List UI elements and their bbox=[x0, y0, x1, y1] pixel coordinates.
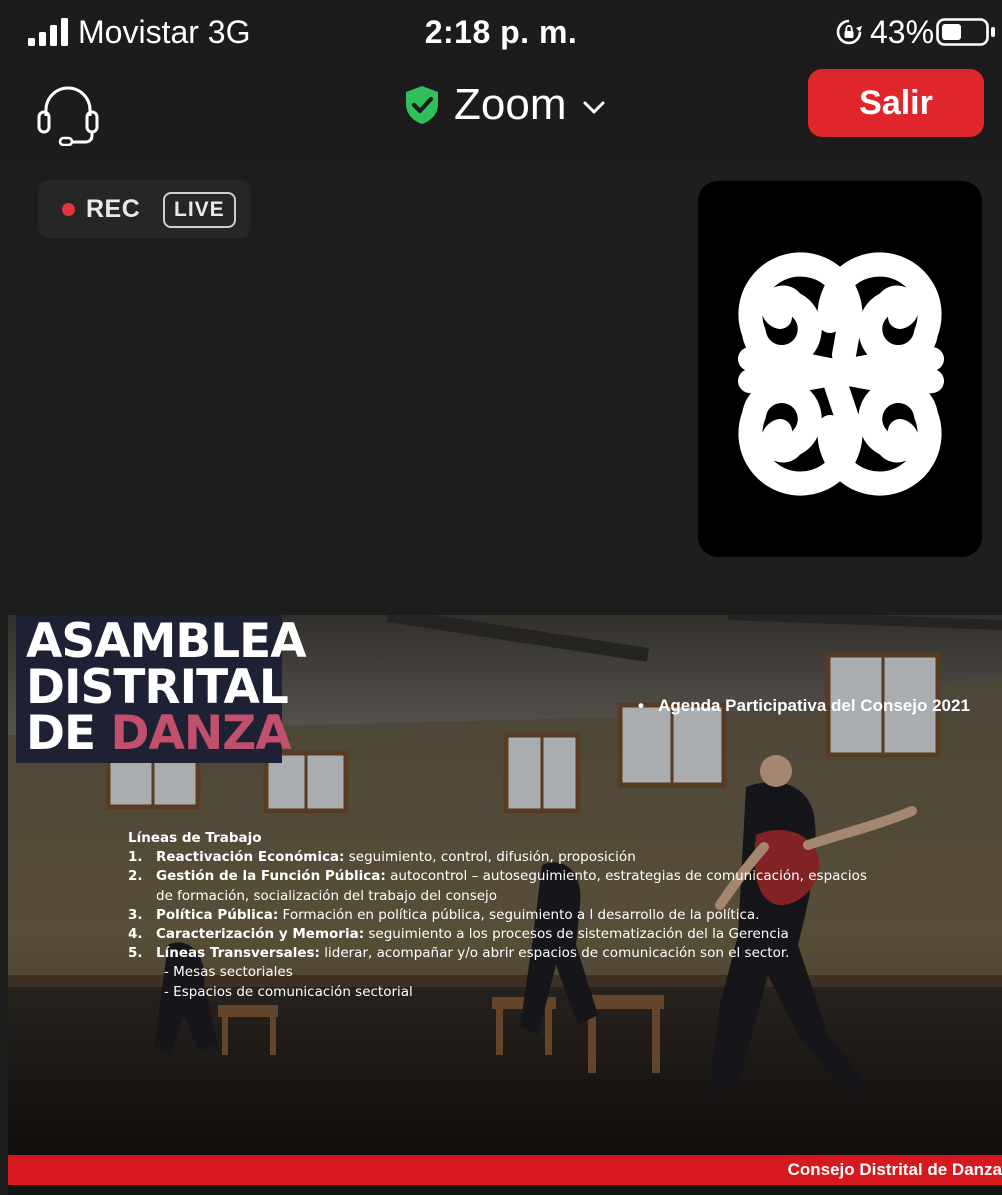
participant-video-tile[interactable] bbox=[698, 181, 982, 557]
item-number: 5. bbox=[128, 945, 143, 962]
recording-status[interactable]: REC LIVE bbox=[38, 180, 251, 238]
live-badge: LIVE bbox=[163, 192, 236, 228]
agenda-bullet: • Agenda Participativa del Consejo 2021 bbox=[638, 696, 970, 715]
slide-heading: Líneas de Trabajo bbox=[128, 830, 262, 846]
agenda-text: Agenda Participativa del Consejo 2021 bbox=[658, 696, 970, 715]
list-item: 4. Caracterización y Memoria: seguimiento… bbox=[128, 925, 868, 944]
slide-text: Líneas de Trabajo 1. Reactivación Económi… bbox=[128, 829, 868, 1002]
slide-footer-bar: Consejo Distrital de Danza bbox=[8, 1155, 1002, 1185]
work-lines-list: 1. Reactivación Económica: seguimiento, c… bbox=[128, 848, 868, 963]
list-item: 2. Gestión de la Función Pública: autocon… bbox=[128, 867, 868, 905]
encryption-shield-icon bbox=[406, 86, 438, 124]
battery-icon bbox=[936, 18, 995, 46]
meeting-title-dropdown[interactable]: Zoom bbox=[404, 80, 606, 130]
sub-item: - Espacios de comunicación sectorial bbox=[164, 983, 413, 1000]
item-title: Gestión de la Función Pública: bbox=[156, 868, 386, 885]
list-item: 5. Líneas Transversales: liderar, acompañ… bbox=[128, 944, 868, 963]
item-title: Caracterización y Memoria: bbox=[156, 926, 365, 943]
slide-footer-label: Consejo Distrital de Danza bbox=[787, 1160, 1002, 1179]
item-text: seguimiento a los procesos de sistematiz… bbox=[364, 926, 789, 943]
brand-line-3-prefix: DE bbox=[26, 706, 111, 761]
brand-line-2: DISTRITAL bbox=[26, 660, 289, 715]
chevron-down-icon bbox=[583, 101, 605, 114]
item-title: Política Pública: bbox=[156, 906, 279, 923]
item-title: Reactivación Económica: bbox=[156, 849, 345, 866]
meeting-video-area: REC LIVE ASAMBLEA DISTRITAL DE DANZA • A… bbox=[0, 160, 1002, 1195]
recording-dot-icon bbox=[62, 203, 75, 216]
item-number: 2. bbox=[128, 868, 143, 885]
exit-meeting-button[interactable]: Salir bbox=[808, 69, 984, 137]
brand-line-3: DE DANZA bbox=[26, 710, 292, 757]
rotation-lock-icon bbox=[836, 19, 862, 45]
battery-percentage: 43% bbox=[870, 14, 935, 50]
headset-icon[interactable] bbox=[36, 80, 100, 146]
sub-item: - Mesas sectoriales bbox=[164, 964, 293, 981]
list-item: 3. Política Pública: Formación en polític… bbox=[128, 906, 868, 925]
brand-line-1: ASAMBLEA bbox=[26, 615, 307, 669]
status-bar: Movistar 3G 2:18 p. m. 43% bbox=[0, 0, 1002, 62]
item-number: 3. bbox=[128, 906, 143, 923]
brand-line-3-accent: DANZA bbox=[110, 706, 291, 761]
slide-footer-strip bbox=[8, 1185, 1002, 1195]
spiral-symbol-logo bbox=[738, 252, 944, 496]
rec-label: REC bbox=[86, 195, 141, 223]
item-text: liderar, acompañar y/o abrir espacios de… bbox=[319, 945, 790, 962]
meeting-header: Zoom Salir bbox=[0, 62, 1002, 160]
item-text: Formación en política pública, seguimien… bbox=[278, 906, 760, 923]
item-title: Líneas Transversales: bbox=[156, 945, 320, 962]
item-text: seguimiento, control, difusión, proposic… bbox=[344, 849, 636, 866]
item-number: 1. bbox=[128, 849, 143, 866]
item-number: 4. bbox=[128, 926, 143, 943]
list-item: 1. Reactivación Económica: seguimiento, c… bbox=[128, 848, 868, 867]
asamblea-distrital-logo: ASAMBLEA DISTRITAL DE DANZA bbox=[16, 615, 307, 763]
shared-screen: ASAMBLEA DISTRITAL DE DANZA • Agenda Par… bbox=[8, 615, 1002, 1195]
meeting-title: Zoom bbox=[454, 80, 567, 129]
